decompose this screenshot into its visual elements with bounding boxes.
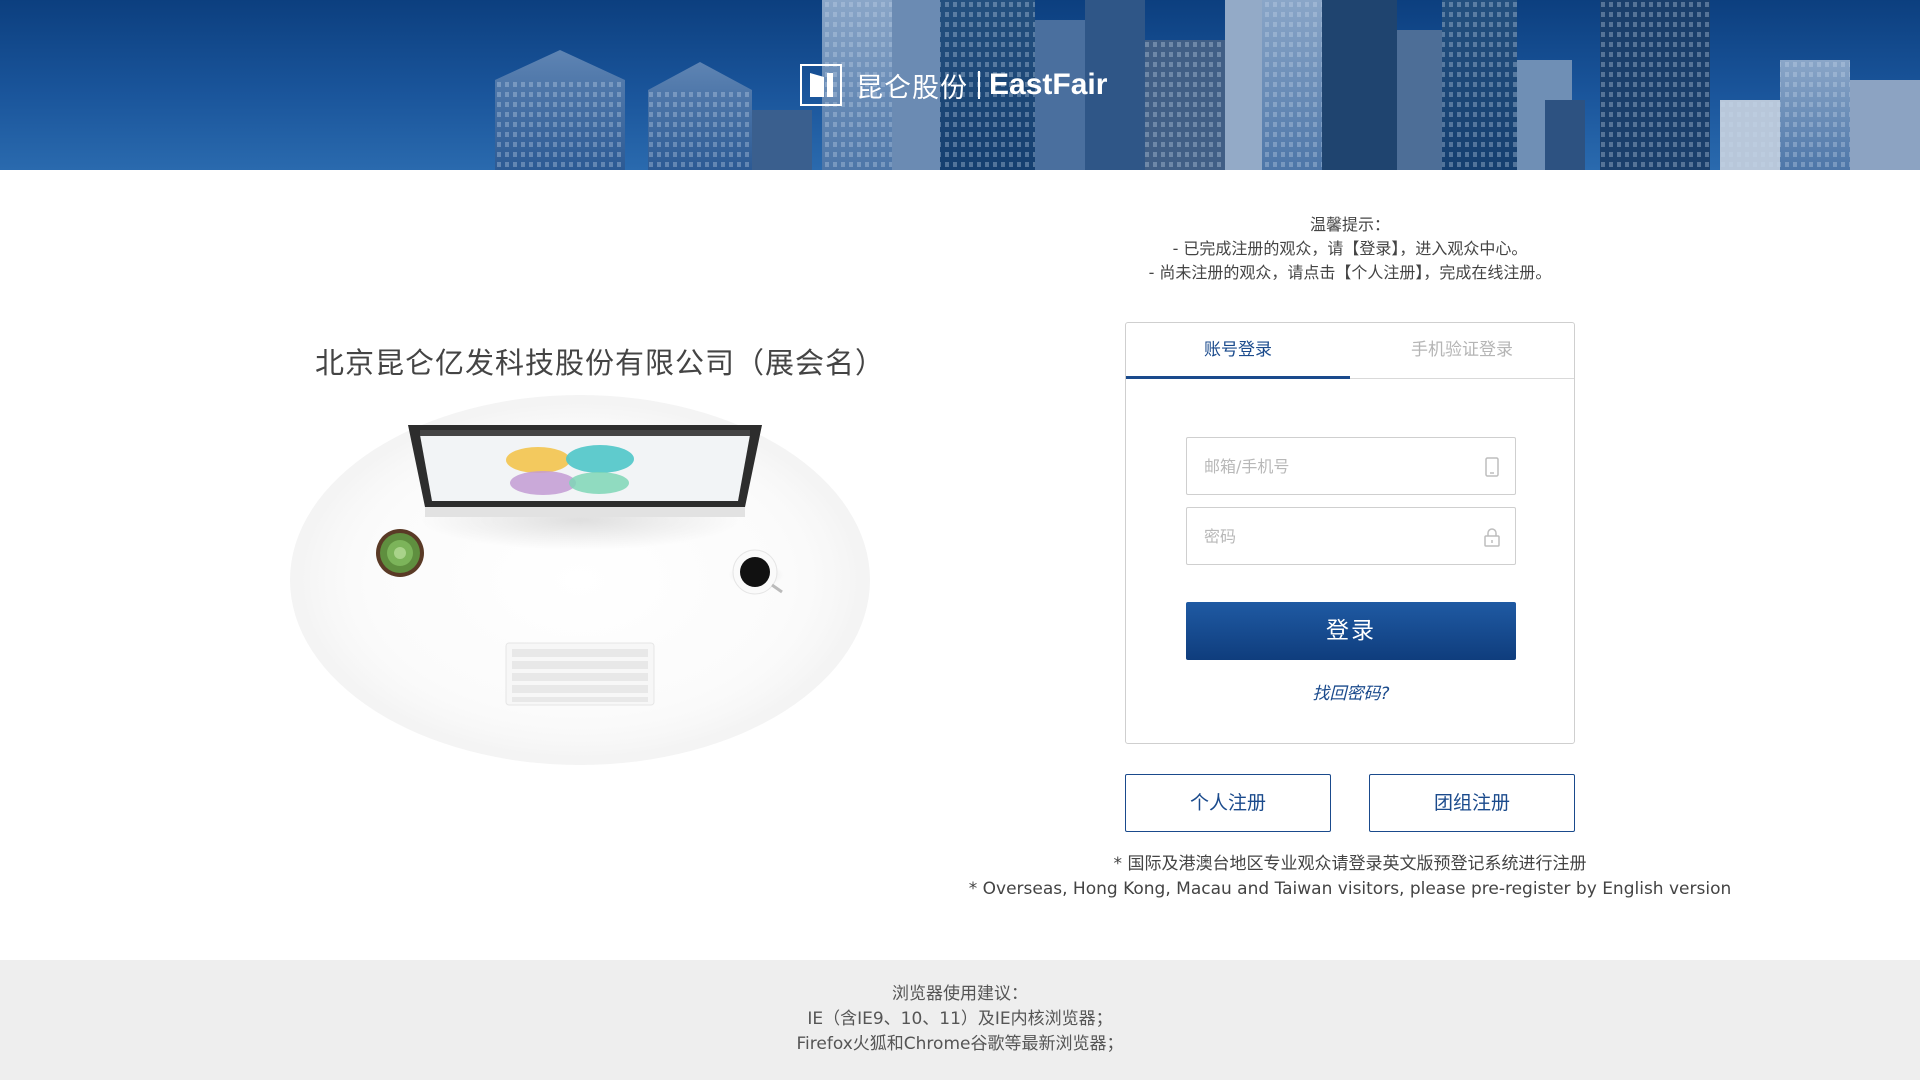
tab-account-login[interactable]: 账号登录 <box>1126 323 1350 379</box>
forgot-password-link[interactable]: 找回密码? <box>1186 679 1516 704</box>
login-button[interactable]: 登录 <box>1186 602 1516 660</box>
notice-line-login: - 已完成注册的观众，请【登录】，进入观众中心。 <box>1172 239 1528 258</box>
mobile-phone-icon <box>1485 457 1499 477</box>
expo-name: 北京昆仑亿发科技股份有限公司（展会名） <box>314 346 885 380</box>
browser-advice-title: 浏览器使用建议： <box>892 984 1028 1004</box>
browser-advice-modern: Firefox火狐和Chrome谷歌等最新浏览器； <box>796 1034 1124 1054</box>
login-tabs: 账号登录 手机验证登录 <box>1126 323 1574 379</box>
group-register-button[interactable]: 团组注册 <box>1369 774 1575 832</box>
password-field <box>1186 507 1516 565</box>
tab-phone-login[interactable]: 手机验证登录 <box>1350 323 1574 379</box>
logo[interactable]: 昆仑股份 EastFair <box>800 64 1107 106</box>
eastfair-logo-icon <box>800 64 842 106</box>
lock-icon <box>1484 528 1500 547</box>
overseas-note: * 国际及港澳台地区专业观众请登录英文版预登记系统进行注册 * Overseas… <box>950 852 1750 902</box>
notice-title: 温馨提示： <box>1309 215 1390 234</box>
account-input[interactable] <box>1187 438 1477 494</box>
notice-line-register: - 尚未注册的观众，请点击【个人注册】，完成在线注册。 <box>1148 263 1552 282</box>
overseas-note-en: * Overseas, Hong Kong, Macau and Taiwan … <box>968 879 1732 899</box>
notice-box: 温馨提示： - 已完成注册的观众，请【登录】，进入观众中心。 - 尚未注册的观众… <box>1100 213 1600 285</box>
logo-chinese-text: 昆仑股份 <box>856 72 968 104</box>
personal-register-button[interactable]: 个人注册 <box>1125 774 1331 832</box>
account-field <box>1186 437 1516 495</box>
browser-advice-ie: IE（含IE9、10、11）及IE内核浏览器； <box>807 1009 1113 1029</box>
header-banner: 昆仑股份 EastFair <box>0 0 1920 170</box>
logo-divider <box>978 71 980 99</box>
password-input[interactable] <box>1187 508 1477 564</box>
logo-english-text: EastFair <box>989 68 1108 101</box>
overseas-note-cn: * 国际及港澳台地区专业观众请登录英文版预登记系统进行注册 <box>1113 854 1587 874</box>
desk-illustration <box>290 395 870 765</box>
login-panel: 账号登录 手机验证登录 登录 找回密码? <box>1125 322 1575 744</box>
footer: 浏览器使用建议： IE（含IE9、10、11）及IE内核浏览器； Firefox… <box>0 960 1920 1080</box>
